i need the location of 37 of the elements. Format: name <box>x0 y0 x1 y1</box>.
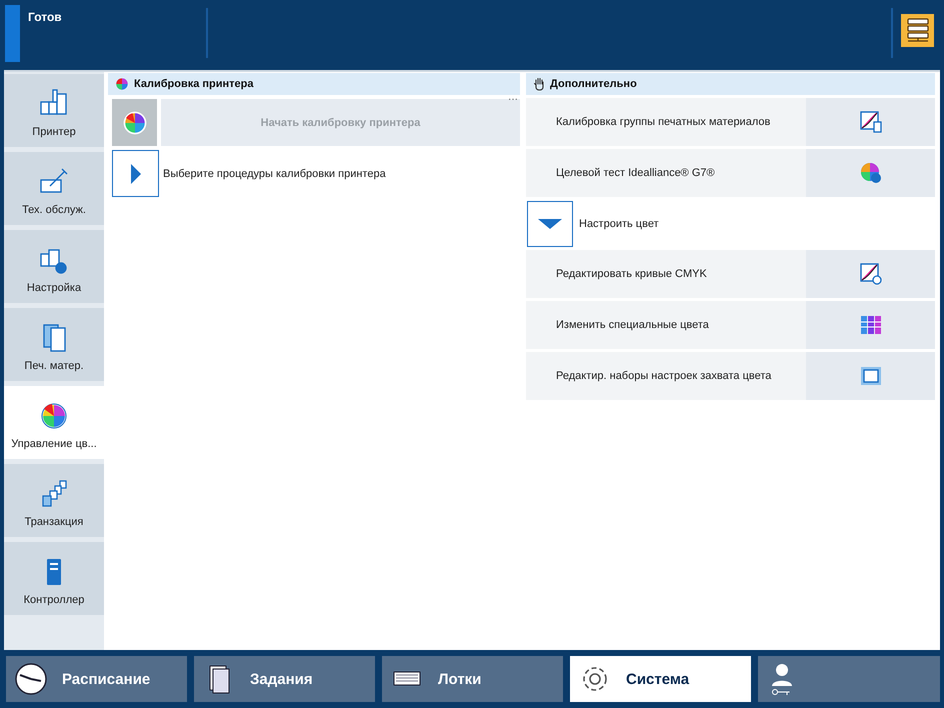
sidebar-item[interactable]: Настройка <box>4 230 104 303</box>
settings-row[interactable]: Калибровка группы печатных материалов <box>526 98 935 146</box>
frame-icon <box>858 364 883 388</box>
expand-button[interactable] <box>112 150 159 197</box>
server-button[interactable] <box>901 14 934 47</box>
nav-tab[interactable]: Задания <box>194 656 375 702</box>
nav-tab[interactable]: Система <box>570 656 751 702</box>
settings-row[interactable]: Редактировать кривые CMYK <box>526 250 935 298</box>
sidebar-item[interactable]: Тех. обслуж. <box>4 152 104 225</box>
group-label: Настроить цвет <box>579 218 659 230</box>
user-button[interactable] <box>758 656 940 702</box>
nav-tab[interactable]: Лотки <box>382 656 563 702</box>
panel-title: Калибровка принтера <box>134 78 254 90</box>
sidebar-item[interactable]: Транзакция <box>4 464 104 537</box>
server-icon <box>904 17 930 43</box>
status-text: Готов <box>27 9 63 26</box>
sidebar-item[interactable]: Принтер <box>4 74 104 147</box>
section-label: Выберите процедуры калибровки принтера <box>163 168 386 180</box>
panel-title: Дополнительно <box>550 78 637 90</box>
status-indicator <box>5 5 20 62</box>
settings-row[interactable]: Редактир. наборы настроек захвата цвета <box>526 352 935 400</box>
color-wheel-icon <box>122 110 148 136</box>
curve-icon <box>858 110 883 134</box>
sidebar-item[interactable]: Печ. матер. <box>4 308 104 381</box>
settings-row[interactable]: Изменить специальные цвета <box>526 301 935 349</box>
curve-icon <box>858 262 883 286</box>
user-key-icon <box>770 662 794 696</box>
expand-button[interactable] <box>527 200 573 246</box>
sidebar-item[interactable]: Контроллер <box>4 542 104 615</box>
settings-row[interactable]: Целевой тест Idealliance® G7® <box>526 149 935 197</box>
clock-icon <box>14 662 48 696</box>
color-wheel-icon <box>115 77 129 91</box>
hand-icon <box>533 77 545 91</box>
sidebar-item[interactable]: Управление цв... <box>4 386 104 459</box>
color-swatch-icon <box>858 313 883 337</box>
color-wheel-icon <box>858 161 883 185</box>
nav-tab[interactable]: Расписание <box>6 656 187 702</box>
